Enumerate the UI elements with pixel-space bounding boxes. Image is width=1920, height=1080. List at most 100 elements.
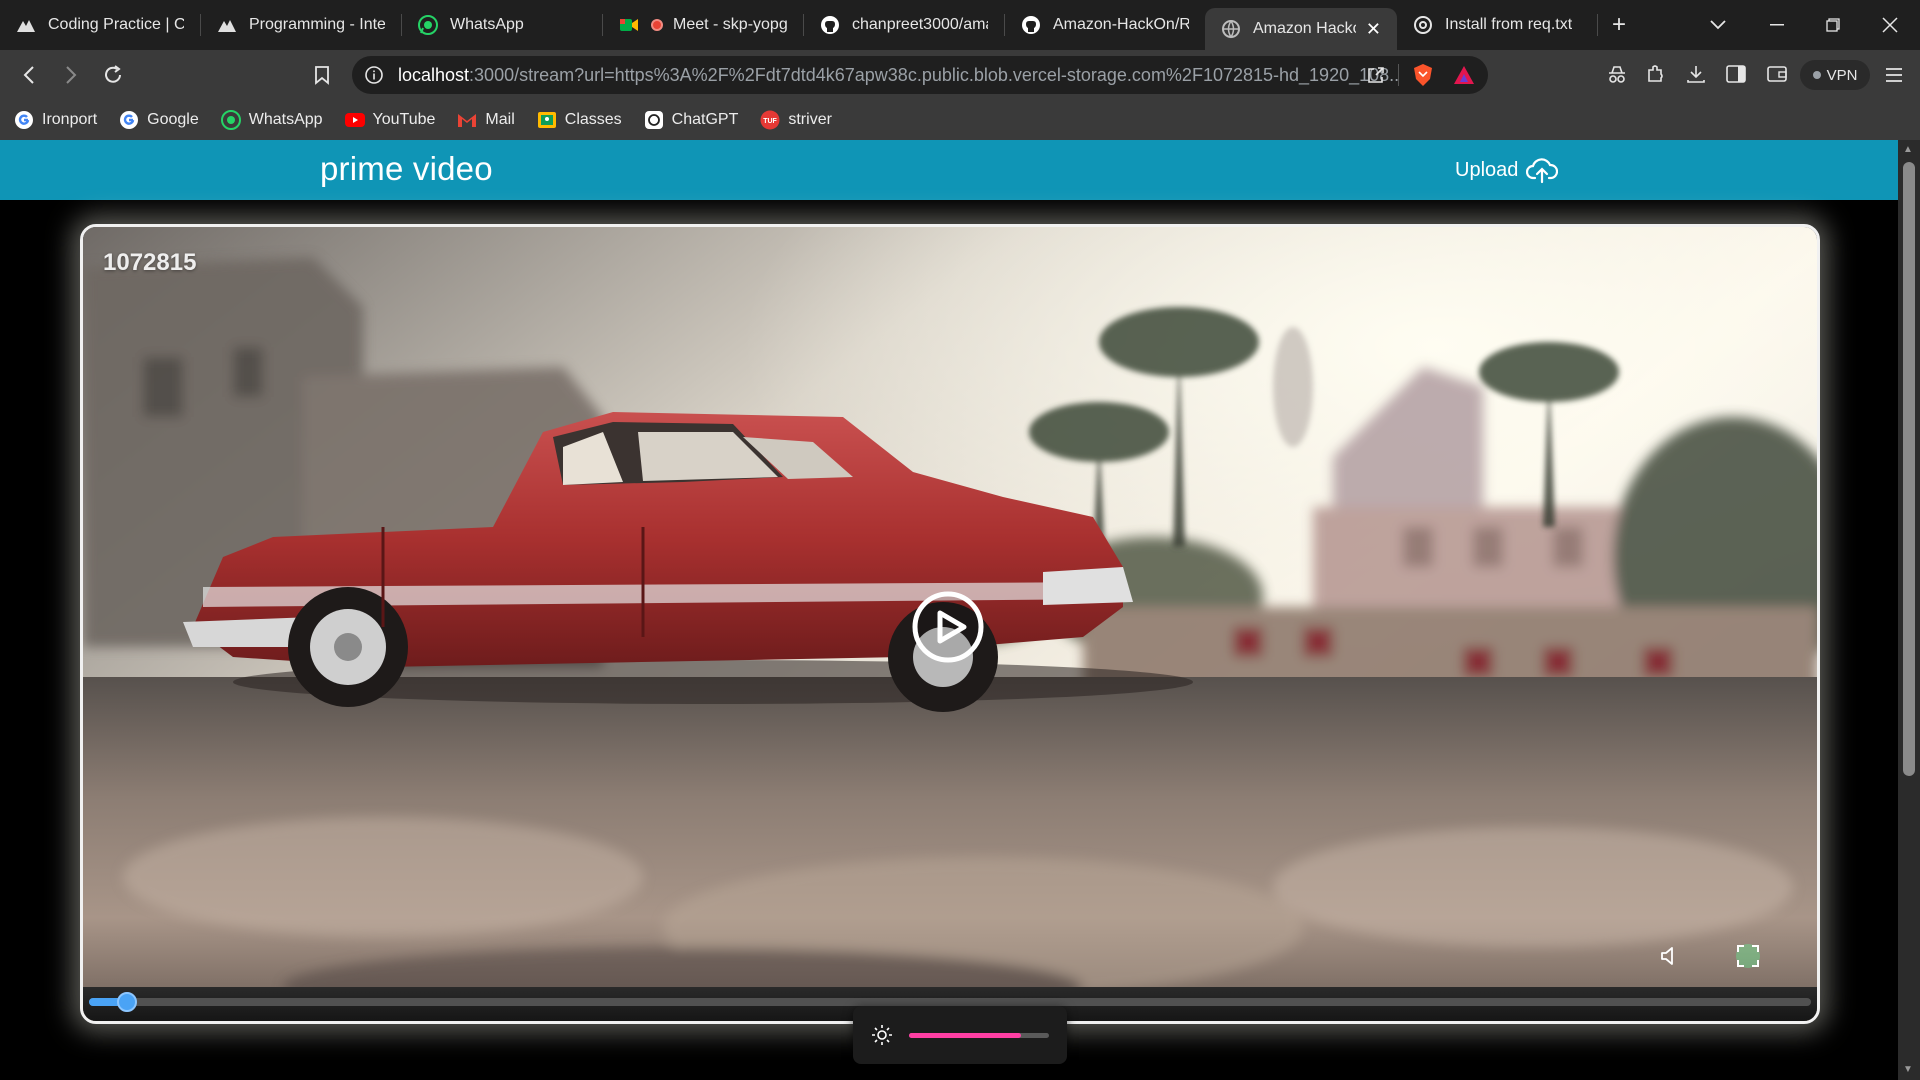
bookmark-label: Mail — [485, 111, 515, 128]
vpn-label: VPN — [1826, 66, 1858, 84]
tab-separator — [1597, 14, 1598, 36]
chevron-down-icon — [1710, 20, 1726, 30]
divider — [1398, 64, 1399, 86]
brightness-icon — [872, 1025, 892, 1045]
bookmark-label: Google — [147, 111, 199, 128]
bookmark-label: YouTube — [372, 111, 436, 128]
sidebar-icon[interactable] — [1725, 64, 1747, 84]
globe-icon — [1221, 19, 1241, 39]
tab-title: Install from req.txt — [1445, 16, 1573, 33]
back-button[interactable] — [16, 62, 42, 88]
bookmark-google[interactable]: Google — [119, 110, 199, 130]
bookmark-label: Ironport — [42, 111, 98, 128]
meet-icon — [619, 15, 639, 35]
close-tab-icon[interactable]: ✕ — [1356, 19, 1381, 40]
progress-track[interactable] — [89, 998, 1811, 1006]
arrow-right-icon — [66, 66, 77, 84]
vpn-button[interactable]: VPN — [1800, 60, 1870, 90]
whatsapp-icon — [220, 110, 241, 130]
classroom-icon — [537, 110, 557, 130]
tab-title: Coding Practice | Cod — [48, 16, 184, 33]
bookmark-label: ChatGPT — [671, 111, 739, 128]
url-path: :3000/stream?url=https%3A%2F%2Fdt7dtd4k6… — [469, 65, 1398, 85]
bookmark-ironport[interactable]: Ironport — [14, 110, 97, 130]
tab-title: WhatsApp — [450, 16, 524, 33]
site-info-icon[interactable] — [364, 65, 384, 85]
bookmark-icon — [315, 66, 329, 85]
scroll-up-arrow[interactable]: ▲ — [1903, 144, 1913, 155]
app-navbar: prime video Upload — [0, 140, 1898, 200]
brand-logo[interactable]: prime video — [320, 150, 493, 188]
scrollbar-thumb[interactable] — [1903, 162, 1915, 776]
restore-icon — [1826, 18, 1840, 32]
google-icon — [14, 110, 34, 130]
google-icon — [119, 110, 139, 130]
new-tab-button[interactable]: + — [1612, 0, 1626, 50]
volume-icon[interactable] — [1659, 945, 1681, 967]
fullscreen-icon[interactable] — [1735, 943, 1761, 969]
bookmark-youtube[interactable]: YouTube — [344, 110, 436, 130]
download-icon[interactable] — [1685, 63, 1707, 85]
minimize-icon — [1770, 24, 1784, 26]
whatsapp-icon — [418, 15, 438, 35]
tab-title: chanpreet3000/amaz — [852, 16, 988, 33]
tab-meet[interactable]: Meet - skp-yopg- — [603, 0, 803, 50]
github-icon — [1021, 15, 1041, 35]
tab-amazon-hackon[interactable]: Amazon Hackon ✕ — [1205, 8, 1397, 50]
url-text[interactable]: localhost:3000/stream?url=https%3A%2F%2F… — [398, 56, 1398, 94]
coding-ninjas-icon — [16, 15, 36, 35]
arrow-left-icon — [23, 66, 34, 84]
youtube-icon — [344, 110, 365, 130]
url-host: localhost — [398, 65, 470, 85]
close-icon — [1882, 17, 1898, 33]
tab-title: Amazon-HackOn/REA — [1053, 16, 1189, 33]
tab-search-button[interactable] — [1710, 0, 1726, 50]
bookmark-chatgpt[interactable]: ChatGPT — [644, 110, 739, 130]
minimize-button[interactable] — [1770, 0, 1784, 50]
bookmark-whatsapp[interactable]: WhatsApp — [220, 110, 323, 130]
tab-coding-practice[interactable]: Coding Practice | Cod — [0, 0, 200, 50]
forward-button[interactable] — [58, 62, 84, 88]
bookmarks-bar: Ironport Google WhatsApp YouTube Mail Cl… — [0, 100, 1920, 140]
tab-programming[interactable]: Programming - Interv — [201, 0, 401, 50]
bookmark-page-button[interactable] — [309, 62, 335, 88]
bookmark-label: striver — [788, 111, 832, 128]
tab-whatsapp[interactable]: WhatsApp — [402, 0, 602, 50]
cloud-upload-icon — [1526, 158, 1559, 184]
tuf-icon: TUF — [760, 110, 780, 130]
scroll-down-arrow[interactable]: ▼ — [1903, 1064, 1913, 1075]
chatgpt-icon — [644, 110, 664, 130]
page-scrollbar[interactable]: ▲ ▼ — [1898, 140, 1920, 1080]
svg-text:TUF: TUF — [764, 118, 778, 125]
bookmark-mail[interactable]: Mail — [457, 110, 515, 130]
menu-icon[interactable] — [1884, 66, 1904, 84]
github-icon — [820, 15, 840, 35]
brightness-control — [853, 1006, 1067, 1064]
browser-tab-strip: Coding Practice | Cod Programming - Inte… — [0, 0, 1920, 50]
coding-ninjas-icon — [217, 15, 237, 35]
video-title: 1072815 — [103, 249, 197, 276]
tab-github-hackon[interactable]: Amazon-HackOn/REA — [1005, 0, 1205, 50]
restore-button[interactable] — [1826, 0, 1840, 50]
tab-install-req[interactable]: Install from req.txt — [1397, 0, 1597, 50]
tab-title: Meet - skp-yopg- — [673, 16, 787, 33]
close-window-button[interactable] — [1882, 0, 1898, 50]
progress-handle[interactable] — [116, 992, 137, 1012]
video-player[interactable]: 1072815 — [80, 224, 1820, 1024]
brave-rewards-icon[interactable] — [1452, 64, 1476, 86]
bookmark-classes[interactable]: Classes — [537, 110, 622, 130]
extensions-icon[interactable] — [1645, 63, 1667, 85]
brave-shields-icon[interactable] — [1412, 63, 1434, 87]
play-icon[interactable] — [910, 589, 986, 665]
share-icon[interactable] — [1366, 65, 1386, 85]
bookmark-striver[interactable]: TUF striver — [760, 110, 832, 130]
incognito-icon[interactable] — [1606, 64, 1628, 86]
tab-github-chanpreet[interactable]: chanpreet3000/amaz — [804, 0, 1004, 50]
reload-button[interactable] — [100, 62, 126, 88]
page-content: prime video Upload 1072815 — [0, 140, 1898, 1080]
upload-label: Upload — [1455, 158, 1519, 181]
wallet-icon[interactable] — [1766, 64, 1788, 84]
upload-button[interactable]: Upload — [1455, 156, 1559, 184]
recording-icon — [651, 19, 663, 31]
address-bar[interactable]: localhost:3000/stream?url=https%3A%2F%2F… — [352, 56, 1488, 94]
